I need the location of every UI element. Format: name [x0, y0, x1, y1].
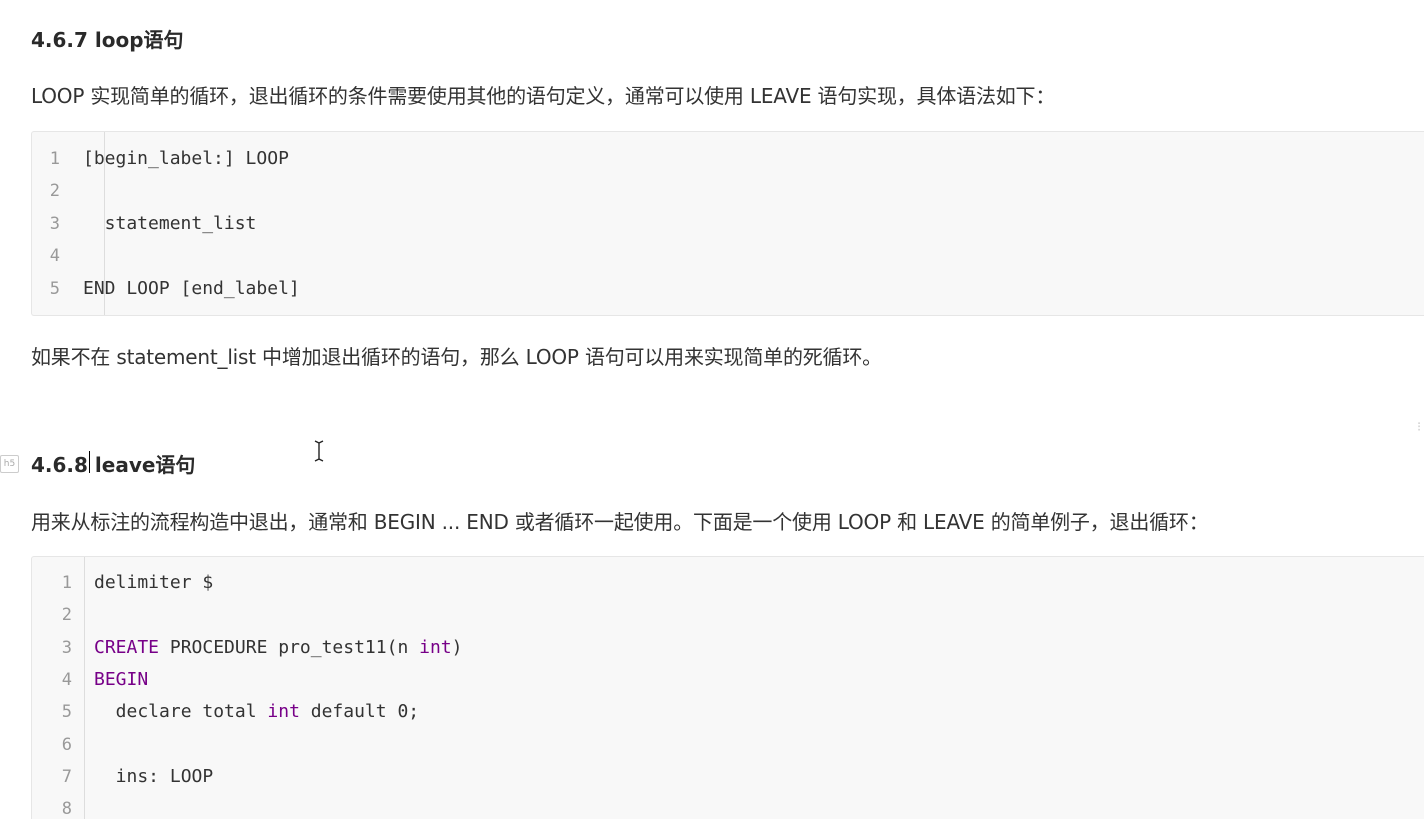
code-text[interactable]: BEGIN: [94, 664, 148, 696]
code-text[interactable]: CREATE PROCEDURE pro_test11(n int): [94, 632, 462, 664]
code-line[interactable]: 3 CREATE PROCEDURE pro_test11(n int): [32, 632, 1424, 664]
line-number: 6: [61, 734, 72, 755]
code-text[interactable]: declare total int default 0;: [94, 696, 419, 728]
code-token: declare total: [94, 701, 268, 723]
code-line[interactable]: 5 declare total int default 0;: [32, 696, 1424, 728]
code-line[interactable]: 4 BEGIN: [32, 664, 1424, 696]
code-line[interactable]: 8: [32, 793, 1424, 819]
line-number: 1: [61, 573, 72, 593]
code-text[interactable]: END LOOP [end_label]: [83, 273, 300, 305]
code-token: PROCEDURE pro_test11(n: [159, 636, 420, 658]
code-line[interactable]: 3 statement_list: [32, 208, 1424, 240]
code-line[interactable]: 7 ins: LOOP: [32, 761, 1424, 793]
loop-note[interactable]: 如果不在 statement_list 中增加退出循环的语句，那么 LOOP 语…: [31, 341, 882, 370]
code-block-loop-syntax[interactable]: 1 [begin_label:] LOOP 2 3 statement_list 4 5 E…: [31, 131, 1424, 316]
code-line[interactable]: 2: [32, 599, 1424, 631]
code-keyword: int: [419, 636, 452, 658]
leave-description[interactable]: 用来从标注的流程构造中退出，通常和 BEGIN ... END 或者循环一起使用…: [31, 506, 1209, 535]
line-number: 5: [61, 702, 72, 723]
heading-level-h5-marker: h5: [0, 455, 19, 473]
code-line[interactable]: 1 delimiter $: [32, 567, 1424, 599]
code-text[interactable]: [begin_label:] LOOP: [83, 143, 289, 175]
code-token: default 0;: [299, 701, 420, 723]
editor-page: 4.6.7 loop语句 LOOP 实现简单的循环，退出循环的条件需要使用其他的…: [0, 0, 1424, 819]
code-keyword: BEGIN: [94, 668, 149, 690]
code-token: ): [451, 636, 463, 658]
code-block-leave-example[interactable]: 1 delimiter $ 2 3 CREATE PROCEDURE pro_test1…: [31, 556, 1424, 819]
code-line[interactable]: 2: [32, 175, 1424, 207]
line-number: 3: [61, 637, 72, 658]
line-number: 3: [49, 213, 60, 234]
scrollbar-marker-icon: ⁝: [1417, 420, 1422, 435]
code-keyword: int: [267, 701, 300, 723]
loop-description[interactable]: LOOP 实现简单的循环，退出循环的条件需要使用其他的语句定义，通常可以使用 L…: [31, 80, 1055, 109]
heading-leave-statement[interactable]: 4.6.8 leave语句: [31, 449, 195, 478]
line-number: 2: [49, 181, 60, 202]
code-line[interactable]: 6: [32, 729, 1424, 761]
code-text[interactable]: delimiter $: [94, 567, 213, 599]
code-text[interactable]: statement_list: [83, 208, 257, 240]
code-token: delimiter $: [94, 572, 214, 593]
code-line[interactable]: 5 END LOOP [end_label]: [32, 273, 1424, 305]
line-number: 1: [49, 149, 60, 169]
line-number: 7: [61, 766, 72, 787]
line-number: 5: [49, 278, 60, 299]
heading-loop-statement[interactable]: 4.6.7 loop语句: [31, 24, 184, 53]
line-number: 8: [61, 799, 72, 819]
line-number: 4: [49, 246, 60, 267]
text-caret: [89, 451, 90, 473]
code-line[interactable]: 4: [32, 240, 1424, 272]
code-keyword: CREATE: [94, 636, 160, 658]
code-token: ins: LOOP: [94, 765, 214, 787]
line-number: 4: [61, 669, 72, 690]
line-number: 2: [61, 605, 72, 626]
ibeam-cursor-icon: [314, 440, 324, 462]
code-text[interactable]: ins: LOOP: [94, 761, 214, 793]
code-line[interactable]: 1 [begin_label:] LOOP: [32, 143, 1424, 175]
